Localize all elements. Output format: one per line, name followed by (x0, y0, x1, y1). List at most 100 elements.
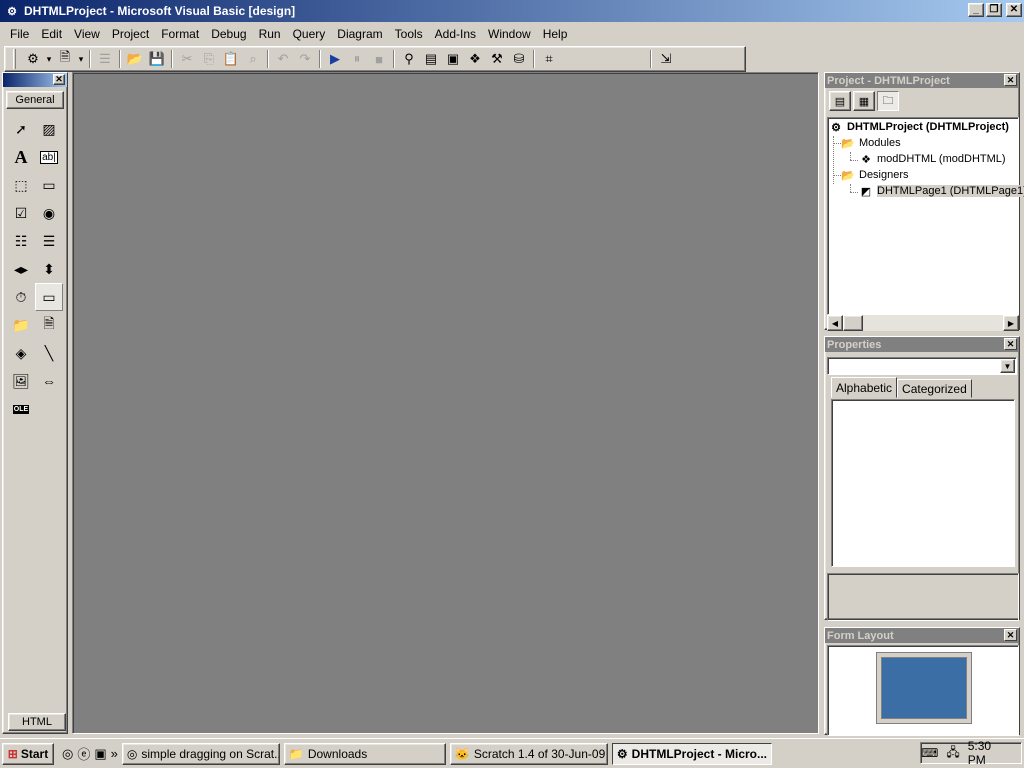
break-button[interactable]: ⏸ (346, 48, 368, 70)
data-view-button[interactable]: ⛁ (508, 48, 530, 70)
chrome-icon[interactable]: ◎ (62, 746, 73, 762)
position-button[interactable]: ⌗ (538, 48, 560, 70)
form-layout-button[interactable]: ▣ (442, 48, 464, 70)
scroll-thumb[interactable] (843, 315, 863, 331)
menu-project[interactable]: Project (106, 27, 155, 41)
object-browser-button[interactable]: ❖ (464, 48, 486, 70)
menu-run[interactable]: Run (253, 27, 287, 41)
tree-node-designers[interactable]: 📂 Designers (840, 168, 908, 182)
menu-edit[interactable]: Edit (35, 27, 68, 41)
open-project-button[interactable]: 📂 (124, 48, 146, 70)
project-explorer-titlebar[interactable]: Project - DHTMLProject ✕ (825, 73, 1019, 88)
toolbox-titlebar[interactable]: ✕ (3, 73, 67, 87)
toolbox-close-button[interactable]: ✕ (53, 74, 65, 85)
taskbar-button[interactable]: 🐱 Scratch 1.4 of 30-Jun-09 (449, 742, 608, 765)
combobox-tool[interactable]: ☷ (7, 227, 35, 255)
undo-button[interactable]: ↶ (272, 48, 294, 70)
timer-tool[interactable]: ⏱ (7, 283, 35, 311)
toggle-folders-button[interactable]: 🗀 (877, 91, 899, 111)
textbox-tool[interactable]: ab| (35, 143, 63, 171)
data-tool[interactable]: ⇔ (35, 367, 63, 395)
tree-node-project[interactable]: ⚙ DHTMLProject (DHTMLProject) (828, 120, 1009, 134)
view-code-button[interactable]: ▤ (829, 91, 851, 111)
menu-view[interactable]: View (68, 27, 106, 41)
object-combo-dropdown-button[interactable]: ▼ (1000, 359, 1015, 373)
optionbutton-tool[interactable]: ◉ (35, 199, 63, 227)
properties-titlebar[interactable]: Properties ✕ (825, 337, 1019, 352)
properties-window-button[interactable]: ▤ (420, 48, 442, 70)
object-combo[interactable]: ▼ (827, 357, 1017, 375)
taskbar-button[interactable]: ⚙ DHTMLProject - Micro... (611, 742, 772, 765)
scroll-right-button[interactable]: ▶ (1003, 315, 1019, 331)
scroll-left-button[interactable]: ◀ (827, 315, 843, 331)
menu-add-ins[interactable]: Add-Ins (429, 27, 482, 41)
add-form-button[interactable]: 🗎 (54, 48, 76, 70)
clock[interactable]: 5:30 PM (968, 739, 1011, 767)
pointer-tool[interactable]: ➚ (7, 115, 35, 143)
line-tool[interactable]: ╲ (35, 339, 63, 367)
toolbox-tab-html[interactable]: HTML (8, 713, 66, 731)
menu-query[interactable]: Query (287, 27, 332, 41)
internet-explorer-icon[interactable]: ⓔ (77, 744, 90, 763)
picturebox-tool[interactable]: ▨ (35, 115, 63, 143)
end-button[interactable]: ■ (368, 48, 390, 70)
redo-button[interactable]: ↷ (294, 48, 316, 70)
listbox-tool[interactable]: ☰ (35, 227, 63, 255)
form-layout-close-button[interactable]: ✕ (1004, 629, 1017, 641)
shape-tool[interactable]: ◈ (7, 339, 35, 367)
commandbutton-tool[interactable]: ▭ (35, 171, 63, 199)
mdi-workspace[interactable] (72, 72, 819, 734)
hscrollbar-tool[interactable]: ◂▸ (7, 255, 35, 283)
toolbar-grip[interactable] (13, 49, 16, 69)
network-icon[interactable]: 🖧 (946, 743, 959, 764)
menu-diagram[interactable]: Diagram (331, 27, 388, 41)
properties-grid[interactable] (831, 399, 1015, 567)
label-tool[interactable]: A (7, 143, 35, 171)
cut-button[interactable]: ✂ (176, 48, 198, 70)
form-layout-titlebar[interactable]: Form Layout ✕ (825, 628, 1019, 643)
properties-close-button[interactable]: ✕ (1004, 338, 1017, 350)
form-layout-canvas[interactable] (827, 645, 1019, 736)
toolbox-button[interactable]: ⚒ (486, 48, 508, 70)
frame-tool[interactable]: ⬚ (7, 171, 35, 199)
keyboard-icon[interactable]: ⌨ (921, 746, 938, 760)
tab-alphabetic[interactable]: Alphabetic (831, 377, 898, 398)
start-button[interactable]: ⊞ Start (2, 742, 54, 765)
tree-node-modules[interactable]: 📂 Modules (840, 136, 900, 150)
menu-help[interactable]: Help (537, 27, 574, 41)
tree-node-moddhtml[interactable]: ❖ modDHTML (modDHTML) (858, 152, 1005, 166)
menu-debug[interactable]: Debug (205, 27, 252, 41)
menu-tools[interactable]: Tools (389, 27, 429, 41)
dropdown-arrow-button[interactable]: ▾ (76, 48, 86, 70)
menu-file[interactable]: File (4, 27, 35, 41)
vscrollbar-tool[interactable]: ⬍ (35, 255, 63, 283)
taskbar-button[interactable]: ◎ simple dragging on Scrat... (121, 742, 280, 765)
vb-app-icon[interactable]: ⚙ (4, 3, 20, 19)
copy-button[interactable]: ⎘ (198, 48, 220, 70)
tab-categorized[interactable]: Categorized (897, 379, 972, 398)
close-button[interactable]: ✕ (1006, 3, 1022, 17)
title-bar[interactable]: ⚙ DHTMLProject - Microsoft Visual Basic … (0, 0, 1024, 22)
restore-button[interactable]: ❐ (986, 3, 1002, 17)
toolbox-tab-general[interactable]: General (6, 91, 64, 109)
start-button[interactable]: ▶ (324, 48, 346, 70)
tree-node-dhtmlpage1[interactable]: ◩ DHTMLPage1 (DHTMLPage1) (858, 184, 1024, 198)
project-explorer-close-button[interactable]: ✕ (1004, 74, 1017, 86)
show-desktop-icon[interactable]: ▣ (94, 746, 106, 762)
dirlistbox-tool[interactable]: 📁 (7, 311, 35, 339)
menu-window[interactable]: Window (482, 27, 537, 41)
checkbox-tool[interactable]: ☑ (7, 199, 35, 227)
ole-tool[interactable]: OLE (7, 395, 35, 423)
project-explorer-button[interactable]: ⚲ (398, 48, 420, 70)
size-button[interactable]: ⇲ (655, 48, 677, 70)
filelistbox-tool[interactable]: 🗎 (35, 311, 63, 339)
find-button[interactable]: ⌕ (242, 48, 264, 70)
view-object-button[interactable]: ▦ (853, 91, 875, 111)
image-tool[interactable]: 🖼 (7, 367, 35, 395)
project-tree[interactable]: ⚙ DHTMLProject (DHTMLProject) 📂 Modules … (827, 117, 1024, 315)
taskbar-button[interactable]: 📁 Downloads (283, 742, 446, 765)
more-chevron-icon[interactable]: » (111, 746, 118, 761)
paste-button[interactable]: 📋 (220, 48, 242, 70)
project-tree-hscrollbar[interactable]: ◀ ▶ (827, 315, 1019, 331)
drivelistbox-tool[interactable]: ▭ (35, 283, 63, 311)
